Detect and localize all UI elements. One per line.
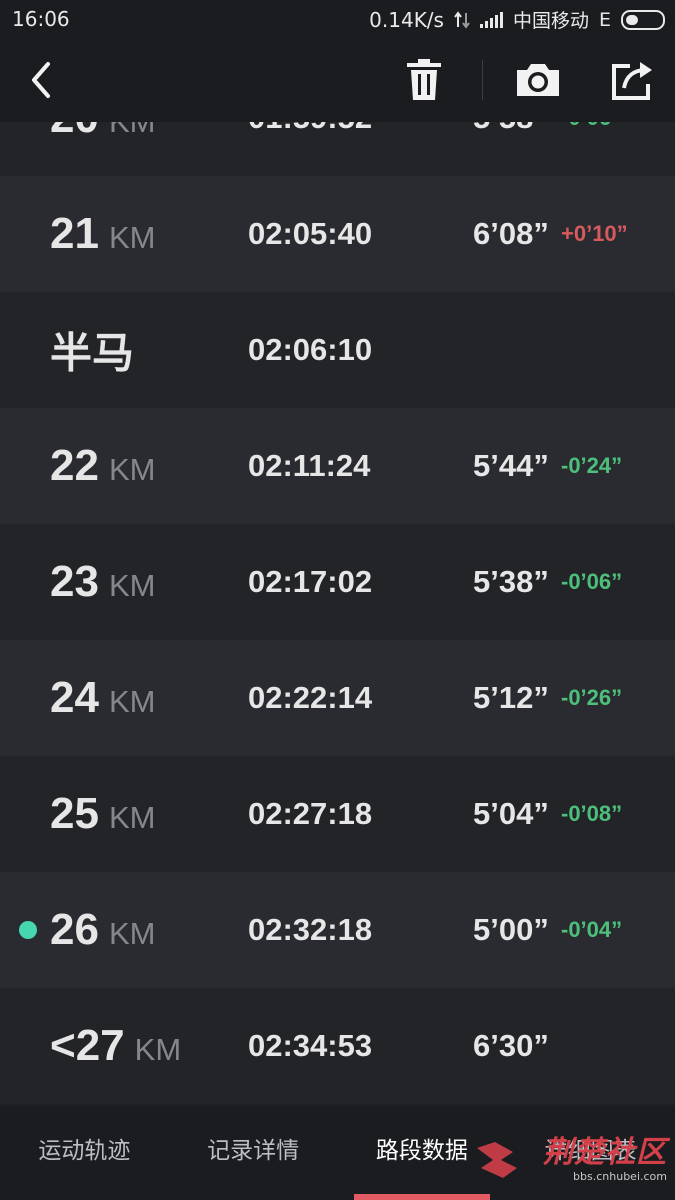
network-type: E [598,8,611,31]
segment-time: 02:17:02 [248,564,373,599]
segment-time: 02:05:40 [248,216,373,251]
toolbar-divider [482,60,483,100]
segment-km: 26 KM [50,905,156,954]
segment-pace: 5’44” [473,448,549,483]
segment-time: 02:32:18 [248,912,373,947]
km-unit: KM [108,568,156,603]
watermark: 荆楚社区 bbs.cnhubei.com [477,1135,667,1183]
segment-row[interactable]: 23 KM 02:17:02 5’38” -0’06” [0,524,675,640]
toolbar [0,38,675,122]
segment-time: 02:06:10 [248,332,373,367]
segment-pace: 5’04” [473,796,549,831]
segment-time: 02:11:24 [248,448,371,483]
share-icon[interactable] [610,58,656,102]
status-right: 0.14K/s 中国移动 E [369,6,665,33]
status-time: 16:06 [12,7,70,31]
segment-time: 02:27:18 [248,796,373,831]
data-transfer-icon [454,10,470,29]
half-marathon-label: 半马 [50,329,135,377]
segment-row[interactable]: 24 KM 02:22:14 5’12” -0’26” [0,640,675,756]
net-speed: 0.14K/s [369,7,444,32]
segment-list: 20KM 01:59:52 5’58” -0’06” 21KM 02:05:40… [0,60,675,1104]
segment-row-current[interactable]: 26 KM 02:32:18 5’00” -0’04” [0,872,675,988]
segment-pace-diff: -0’08” [561,801,623,826]
segment-pace-diff: -0’24” [561,453,623,478]
km-unit: KM [108,220,156,255]
segment-pace: 6’30” [473,1028,549,1063]
segment-time: 02:22:14 [248,680,373,715]
segment-pace-diff: -0’06” [561,569,623,594]
watermark-url: bbs.cnhubei.com [573,1170,667,1183]
segment-time: 02:34:53 [248,1028,373,1063]
segment-km: 23 KM [50,557,156,606]
tab-track[interactable]: 运动轨迹 [0,1106,169,1200]
segment-row[interactable]: 22 KM 02:11:24 5’44” -0’24” [0,408,675,524]
back-icon[interactable] [28,58,56,102]
segment-km: 21 KM [50,209,156,258]
trash-icon[interactable] [405,58,443,102]
camera-icon[interactable] [515,60,561,100]
km-unit: KM [108,800,156,835]
segment-row[interactable]: 25 KM 02:27:18 5’04” -0’08” [0,756,675,872]
segment-row[interactable]: 21 KM 02:05:40 6’08” +0’10” [0,176,675,292]
battery-icon [621,9,665,30]
signal-icon [479,11,503,28]
segment-pace: 6’08” [473,216,549,251]
km-unit: KM [108,684,156,719]
half-marathon-row[interactable]: 半马 02:06:10 [0,292,675,408]
segment-km: <27 KM [50,1021,182,1070]
segment-km: 22 KM [50,441,156,490]
segment-pace-diff: -0’04” [561,917,623,942]
km-unit: KM [108,916,156,951]
segment-pace: 5’00” [473,912,549,947]
watermark-logo-icon [477,1142,517,1178]
segment-km: 24 KM [50,673,156,722]
segment-pace: 5’12” [473,680,549,715]
km-unit: KM [134,1032,182,1067]
current-segment-dot [19,921,37,939]
segment-km: 25 KM [50,789,156,838]
watermark-text: 荆楚社区 [543,1135,667,1170]
segment-pace-diff: +0’10” [561,221,628,246]
tab-record-details[interactable]: 记录详情 [169,1106,338,1200]
km-unit: KM [108,452,156,487]
segment-pace: 5’38” [473,564,549,599]
status-bar: 16:06 0.14K/s 中国移动 E [0,0,675,38]
carrier-name: 中国移动 [512,10,589,32]
segment-row[interactable]: <27 KM 02:34:53 6’30” [0,988,675,1104]
segment-pace-diff: -0’26” [561,685,623,710]
